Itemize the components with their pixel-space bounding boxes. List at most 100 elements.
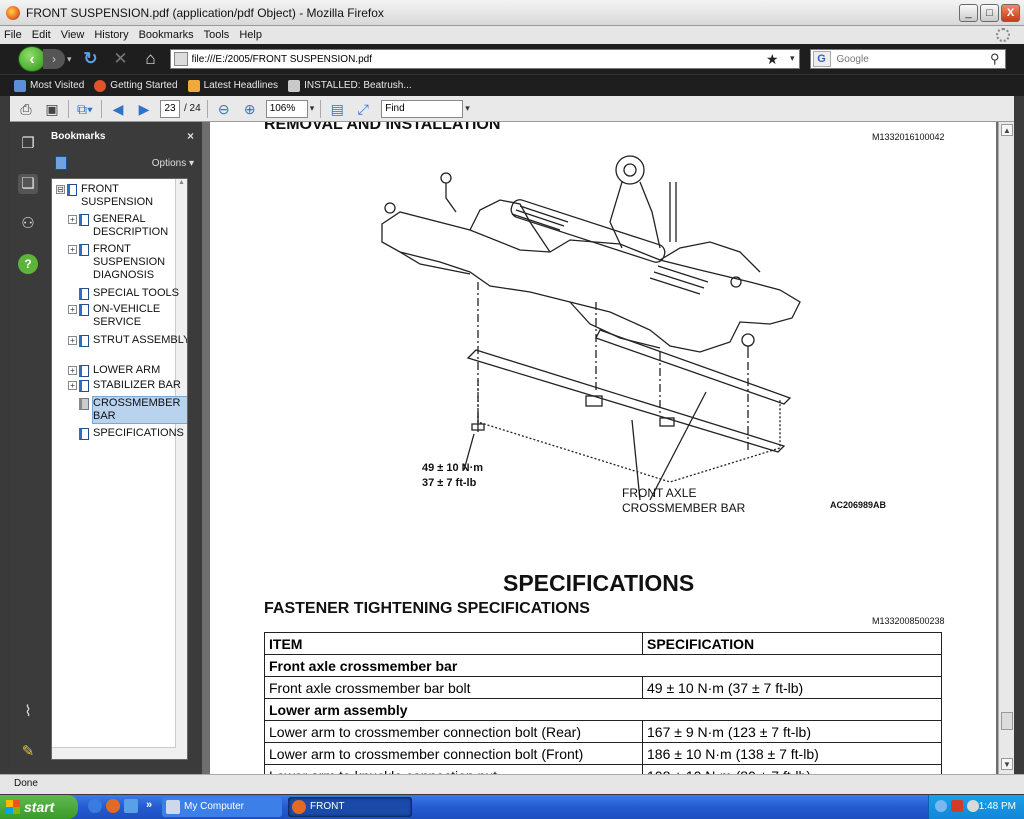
history-dropdown-icon[interactable]: ▾ <box>67 54 72 65</box>
search-box[interactable]: G ⚲ <box>809 49 1006 69</box>
menu-bookmarks[interactable]: Bookmarks <box>139 29 194 41</box>
url-dropdown-icon[interactable]: ▾ <box>790 53 795 64</box>
taskbar-label: FRONT SUSPENSION.... <box>310 801 345 812</box>
firefox-bookmark-icon <box>94 79 107 92</box>
bookmark-latest-headlines[interactable]: Latest Headlines <box>187 79 278 92</box>
scroll-thumb[interactable] <box>1001 712 1013 730</box>
tree-horizontal-scrollbar[interactable] <box>52 747 176 759</box>
tray-volume-icon[interactable] <box>967 800 979 812</box>
figure-id: AC206989AB <box>830 500 887 510</box>
expand-toggle-icon[interactable]: + <box>68 366 77 375</box>
bookmark-tree-item[interactable]: + STRUT ASSEMBLY <box>68 334 187 347</box>
expand-toggle-icon[interactable]: ⊟ <box>56 185 65 194</box>
bookmark-tree-item[interactable]: SPECIAL TOOLS <box>68 287 187 300</box>
url-input[interactable] <box>191 53 752 65</box>
new-bookmark-icon[interactable] <box>55 156 67 170</box>
bookmark-star-icon[interactable]: ★ <box>766 51 779 68</box>
menu-file[interactable]: File <box>4 29 22 41</box>
status-bar: Done <box>0 774 1024 794</box>
menu-history[interactable]: History <box>94 29 128 41</box>
scroll-down-icon[interactable]: ▼ <box>1001 758 1013 770</box>
close-panel-icon[interactable]: × <box>187 129 194 143</box>
bookmark-installed[interactable]: INSTALLED: Beatrush... <box>288 79 412 92</box>
menu-tools[interactable]: Tools <box>204 29 230 41</box>
bookmarks-icon[interactable]: ❏ <box>18 174 38 194</box>
section-code: M1332016100042 <box>872 132 945 142</box>
toolbar-divider <box>320 99 322 118</box>
previous-page-icon[interactable]: ◀ <box>108 99 128 119</box>
fastener-title: FASTENER TIGHTENING SPECIFICATIONS <box>264 600 590 617</box>
bookmark-tree-item[interactable]: + LOWER ARM <box>68 364 187 377</box>
reload-icon[interactable]: ↻ <box>80 48 102 70</box>
search-input[interactable] <box>836 53 987 65</box>
document-viewport[interactable]: REMOVAL AND INSTALLATION M1332016100042 <box>202 122 998 774</box>
table-cell-item: Lower arm to knuckle connection nut <box>264 764 643 774</box>
start-button[interactable]: start <box>0 795 78 819</box>
computer-icon <box>166 800 180 814</box>
bookmark-tree-item[interactable]: + ON-VEHICLE SERVICE <box>68 303 187 329</box>
stop-icon[interactable]: ✕ <box>110 48 132 70</box>
back-button[interactable]: ‹ <box>18 46 46 72</box>
bookmark-tree-item[interactable]: SPECIFICATIONS <box>68 427 187 440</box>
scroll-up-icon[interactable]: ▲ <box>1001 124 1013 136</box>
attachments-icon[interactable]: ⌇ <box>18 702 38 722</box>
bookmark-tree-item[interactable]: + GENERAL DESCRIPTION <box>68 213 187 239</box>
bookmark-tree-item[interactable]: + FRONT SUSPENSION DIAGNOSIS <box>68 243 187 282</box>
tray-ati-icon[interactable] <box>951 800 963 812</box>
table-row: Lower arm to knuckle connection nut108 ±… <box>264 764 942 774</box>
quicklaunch-desktop-icon[interactable] <box>124 799 138 813</box>
quicklaunch-more-icon[interactable]: » <box>146 799 152 811</box>
find-input[interactable]: Find <box>381 99 464 118</box>
collaborate-icon[interactable]: ⧉▾ <box>75 99 95 119</box>
expand-toggle-icon[interactable]: + <box>68 215 77 224</box>
document-scrollbar[interactable]: ▲ ▼ <box>998 122 1014 774</box>
expand-toggle-icon[interactable]: + <box>68 305 77 314</box>
zoom-select[interactable]: 106% <box>265 99 308 118</box>
table-cell-item: Lower arm to crossmember connection bolt… <box>264 742 643 765</box>
bookmark-tree-item[interactable]: CROSSMEMBER BAR <box>68 396 187 424</box>
search-binoculars-icon[interactable]: ⚇ <box>18 214 38 234</box>
bookmarks-panel-title: Bookmarks <box>51 130 106 142</box>
search-icon[interactable]: ⚲ <box>990 51 1000 67</box>
fit-width-icon[interactable]: ▤ <box>327 99 347 119</box>
zoom-out-icon[interactable]: ⊖ <box>214 99 234 119</box>
zoom-dropdown-icon[interactable]: ▾ <box>310 103 315 114</box>
expand-toggle-icon[interactable]: + <box>68 336 77 345</box>
expand-toggle-icon[interactable]: + <box>68 381 77 390</box>
bookmark-tree-item[interactable]: + STABILIZER BAR <box>68 379 187 392</box>
table-row: Lower arm to crossmember connection bolt… <box>264 742 942 765</box>
bookmark-tree-label: FRONT SUSPENSION <box>81 183 154 208</box>
quicklaunch-ie-icon[interactable] <box>88 799 102 813</box>
taskbar-item-my-computer[interactable]: My Computer <box>162 797 282 817</box>
bookmark-tree-item[interactable]: ⊟ FRONT SUSPENSION <box>56 183 179 209</box>
save-icon[interactable]: ▣ <box>42 99 62 119</box>
fit-page-icon[interactable]: ⤢ <box>353 99 373 119</box>
bookmark-getting-started[interactable]: Getting Started <box>94 79 178 92</box>
menu-help[interactable]: Help <box>239 29 262 41</box>
maximize-button[interactable]: □ <box>980 4 999 22</box>
print-icon[interactable]: ⎙ <box>16 99 36 119</box>
pages-icon[interactable]: ❐ <box>18 134 38 154</box>
minimize-button[interactable]: _ <box>959 4 978 22</box>
help-icon[interactable]: ? <box>18 254 38 274</box>
home-icon[interactable]: ⌂ <box>140 48 162 70</box>
forward-button[interactable]: › <box>43 49 65 69</box>
comments-icon[interactable]: ✎ <box>18 742 38 762</box>
url-bar[interactable]: ★ ▾ <box>169 49 800 69</box>
search-engine-icon[interactable]: G <box>812 51 831 67</box>
menu-edit[interactable]: Edit <box>32 29 51 41</box>
expand-toggle-icon[interactable]: + <box>68 245 77 254</box>
options-menu[interactable]: Options ▾ <box>152 158 194 169</box>
menu-view[interactable]: View <box>61 29 85 41</box>
zoom-in-icon[interactable]: ⊕ <box>240 99 260 119</box>
find-dropdown-icon[interactable]: ▾ <box>465 103 470 114</box>
tray-arrow-icon[interactable] <box>935 800 947 812</box>
page-number-input[interactable]: 23 <box>160 99 180 118</box>
bookmark-most-visited[interactable]: Most Visited <box>14 79 84 92</box>
taskbar-item-firefox[interactable]: FRONT SUSPENSION.... <box>288 797 412 817</box>
close-button[interactable]: X <box>1001 4 1020 22</box>
bookmark-page-icon <box>79 244 89 256</box>
quicklaunch-firefox-icon[interactable] <box>106 799 120 813</box>
next-page-icon[interactable]: ▶ <box>134 99 154 119</box>
